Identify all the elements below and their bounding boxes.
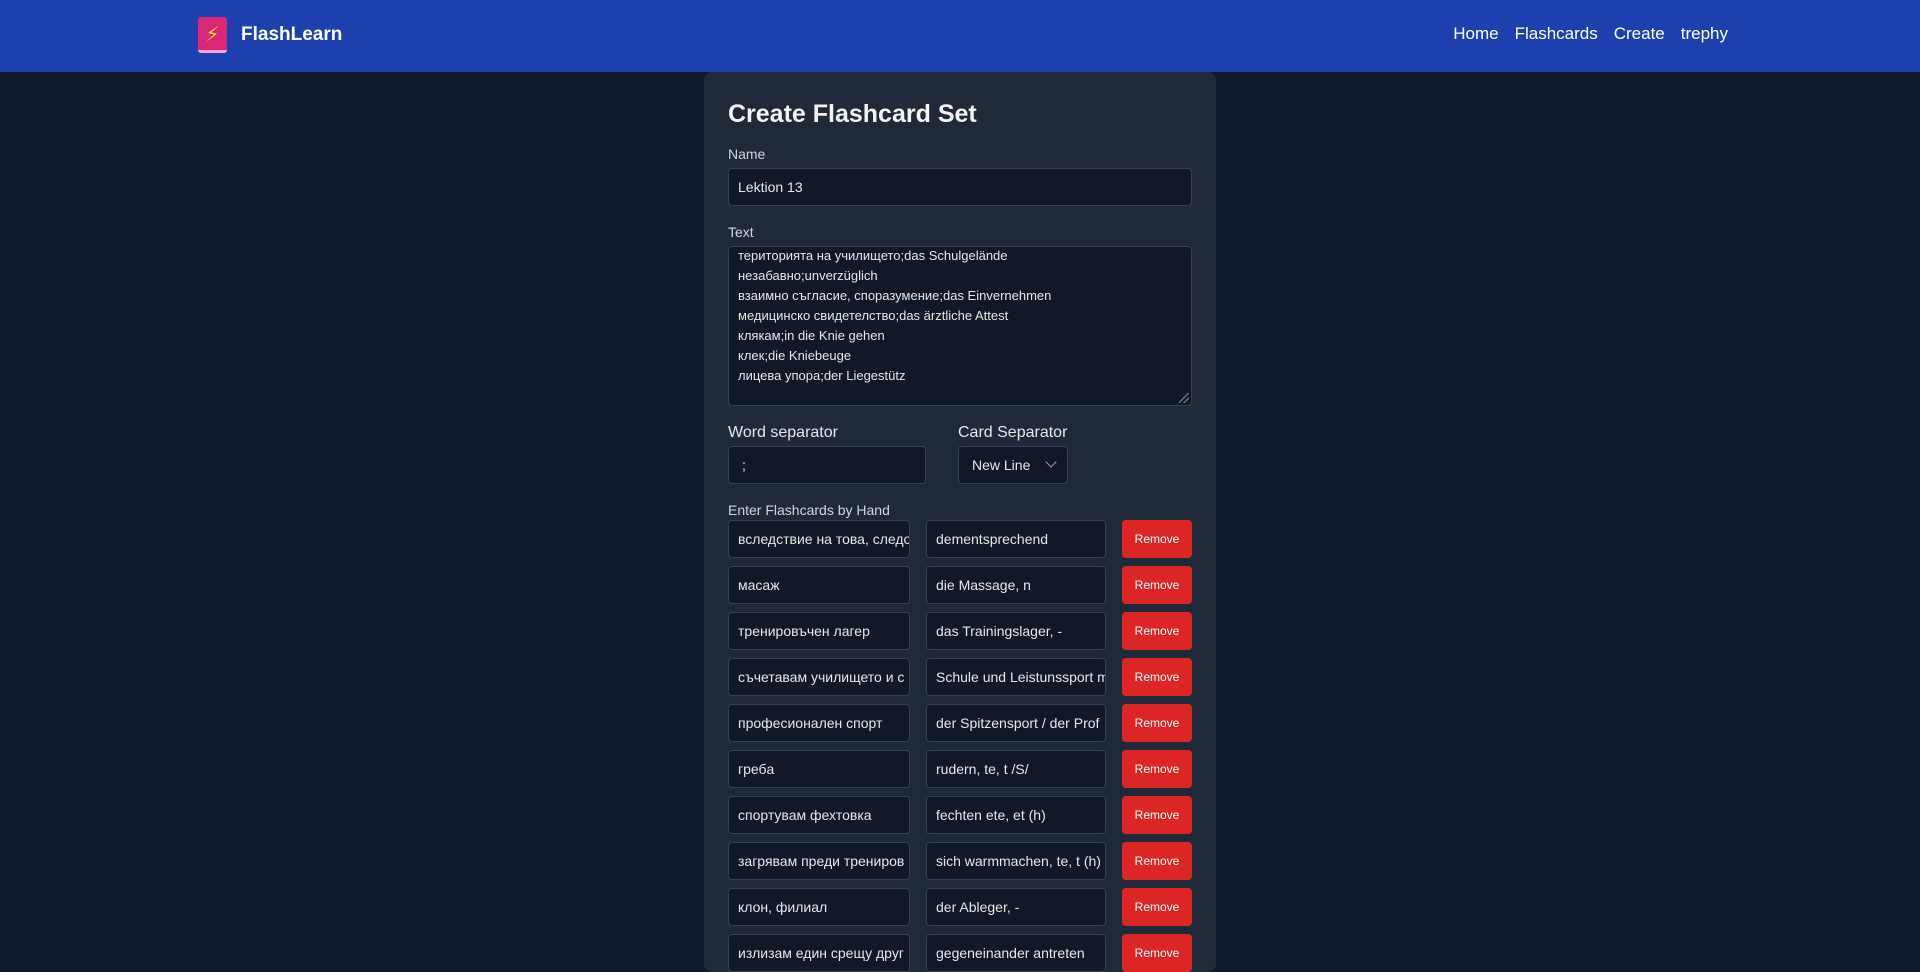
text-line: взаимно съгласие, споразумение;das Einve… [738,288,1052,303]
remove-button[interactable]: Remove [1122,566,1192,604]
flashcard-row: тренировъчен лагер das Trainingslager, -… [728,612,1192,650]
resize-handle-icon[interactable] [1179,393,1189,403]
flashcard-row: професионален спорт der Spitzensport / d… [728,704,1192,742]
card-separator-select[interactable]: New Line [958,446,1068,484]
remove-button[interactable]: Remove [1122,796,1192,834]
text-line: територията на училището;das Schulgeländ… [738,248,1008,263]
navbar: ⚡ FlashLearn Home Flashcards Create trep… [0,0,1920,72]
nav-link-create[interactable]: Create [1614,24,1665,44]
flashcard-back-input[interactable]: Schule und Leistunssport m [926,658,1106,696]
flashcard-bolt-icon: ⚡ [198,17,227,53]
remove-button[interactable]: Remove [1122,704,1192,742]
flashcard-row: спортувам фехтовка fechten ete, et (h) R… [728,796,1192,834]
nav-link-flashcards[interactable]: Flashcards [1515,24,1598,44]
flashcard-back-input[interactable]: der Ableger, - [926,888,1106,926]
chevron-down-icon [1045,456,1057,468]
brand[interactable]: ⚡ FlashLearn [198,17,342,53]
flashcard-back-input[interactable]: das Trainingslager, - [926,612,1106,650]
flashcard-front-input[interactable]: тренировъчен лагер [728,612,910,650]
flashcard-back-input[interactable]: der Spitzensport / der Prof [926,704,1106,742]
flashcard-back-input[interactable]: fechten ete, et (h) [926,796,1106,834]
word-separator-label: Word separator [728,424,838,441]
text-line: клек;die Kniebeuge [738,348,852,363]
flashcard-back-input[interactable]: dementsprechend [926,520,1106,558]
flashcard-front-input[interactable]: спортувам фехтовка [728,796,910,834]
flashcard-front-input[interactable]: излизам един срещу друг [728,934,910,972]
flashcard-row: гребa rudern, te, t /S/ Remove [728,750,1192,788]
remove-button[interactable]: Remove [1122,750,1192,788]
flashcard-back-input[interactable]: sich warmmachen, te, t (h) [926,842,1106,880]
flashcard-front-input[interactable]: вследствие на това, следо [728,520,910,558]
nav-link-user[interactable]: trephy [1681,24,1728,44]
text-textarea[interactable]: територията на училището;das Schulgeländ… [728,246,1192,406]
remove-button[interactable]: Remove [1122,888,1192,926]
brand-name: FlashLearn [241,24,343,45]
flashcard-front-input[interactable]: масаж [728,566,910,604]
flashcard-front-input[interactable]: гребa [728,750,910,788]
flashcard-front-input[interactable]: съчетавам училището и с [728,658,910,696]
text-line: медицинско свидетелство;das ärztliche At… [738,308,1009,323]
page-title: Create Flashcard Set [728,100,977,128]
text-line: лицева упора;der Liegestütz [738,368,906,383]
text-line: клякам;in die Knie gehen [738,328,885,343]
name-input[interactable]: Lektion 13 [728,168,1192,206]
flashcard-back-input[interactable]: die Massage, n [926,566,1106,604]
text-label: Text [728,224,754,240]
flashcard-back-input[interactable]: rudern, te, t /S/ [926,750,1106,788]
remove-button[interactable]: Remove [1122,934,1192,972]
flashcard-row: вследствие на това, следо dementsprechen… [728,520,1192,558]
word-separator-input[interactable]: ; [728,446,926,484]
flashcard-front-input[interactable]: клон, филиал [728,888,910,926]
flashcard-row: загрявам преди трениров sich warmmachen,… [728,842,1192,880]
nav-link-home[interactable]: Home [1453,24,1498,44]
flashcard-row: съчетавам училището и с Schule und Leist… [728,658,1192,696]
card-separator-label: Card Separator [958,424,1068,441]
flashcard-row: излизам един срещу друг gegeneinander an… [728,934,1192,972]
remove-button[interactable]: Remove [1122,658,1192,696]
flashcard-front-input[interactable]: професионален спорт [728,704,910,742]
remove-button[interactable]: Remove [1122,842,1192,880]
flashcard-front-input[interactable]: загрявам преди трениров [728,842,910,880]
manual-entry-label: Enter Flashcards by Hand [728,502,890,518]
flashcard-row: клон, филиал der Ableger, - Remove [728,888,1192,926]
name-label: Name [728,146,766,162]
create-flashcard-form: Create Flashcard Set Name Lektion 13 Tex… [704,72,1216,972]
nav-links: Home Flashcards Create trephy [1453,24,1728,44]
remove-button[interactable]: Remove [1122,612,1192,650]
text-line: незабавно;unverzüglich [738,268,878,283]
remove-button[interactable]: Remove [1122,520,1192,558]
flashcard-row: масаж die Massage, n Remove [728,566,1192,604]
card-separator-value: New Line [972,457,1031,473]
flashcard-back-input[interactable]: gegeneinander antreten [926,934,1106,972]
